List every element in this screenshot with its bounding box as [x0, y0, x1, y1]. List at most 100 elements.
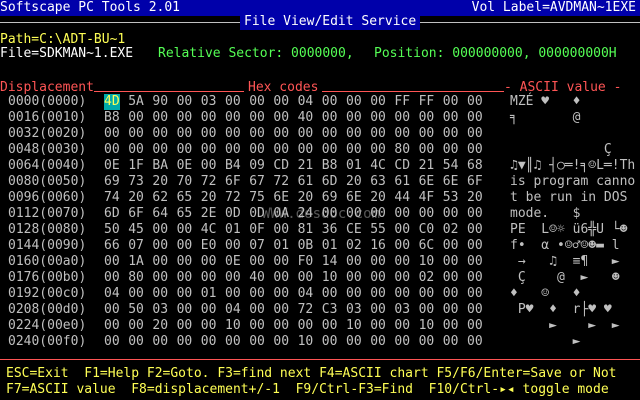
hex-byte[interactable]: 01	[225, 222, 241, 238]
hex-byte[interactable]: 00	[201, 302, 217, 318]
hex-byte[interactable]: 6F	[128, 206, 144, 222]
hex-byte[interactable]: 44	[394, 190, 410, 206]
hex-byte[interactable]: 75	[249, 190, 265, 206]
hex-byte[interactable]: 72	[201, 174, 217, 190]
hex-byte[interactable]: 00	[128, 126, 144, 142]
hex-byte[interactable]: 00	[346, 286, 362, 302]
hex-byte[interactable]: 20	[346, 174, 362, 190]
hex-byte[interactable]: 01	[322, 238, 338, 254]
hex-byte[interactable]: 72	[298, 302, 314, 318]
dump-row[interactable]: 0080(0050) 69 73 20 70 72 6F 67 72 61 6D 20 63 61 6E 6E…	[6, 174, 635, 190]
hex-byte[interactable]: 00	[249, 110, 265, 126]
hex-byte[interactable]: 00	[346, 110, 362, 126]
hex-byte[interactable]: 00	[322, 126, 338, 142]
hex-byte[interactable]: 00	[177, 254, 193, 270]
hex-byte[interactable]: 00	[225, 270, 241, 286]
hex-byte[interactable]: 02	[346, 238, 362, 254]
hex-byte[interactable]: 00	[177, 222, 193, 238]
hex-byte[interactable]: 50	[128, 302, 144, 318]
hex-byte[interactable]: 62	[152, 190, 168, 206]
hex-byte[interactable]: 21	[298, 158, 314, 174]
hex-byte[interactable]: 0F	[249, 222, 265, 238]
dump-row[interactable]: 0160(00a0) 00 1A 00 00 00 0E 00 00 F0 14 00 00 00 10 00…	[6, 254, 630, 270]
hex-byte[interactable]: 72	[273, 174, 289, 190]
hex-byte[interactable]: 00	[249, 334, 265, 350]
hex-byte[interactable]: 00	[249, 286, 265, 302]
hex-byte[interactable]: 00	[201, 270, 217, 286]
hex-byte[interactable]: 00	[298, 126, 314, 142]
ascii-value[interactable]: ►	[510, 334, 635, 350]
hex-byte[interactable]: 00	[152, 238, 168, 254]
dump-row[interactable]: 0048(0030) 00 00 00 00 00 00 00 00 00 00 00 00 80 00 00…	[6, 142, 630, 158]
hex-byte[interactable]: 10	[346, 318, 362, 334]
hex-byte[interactable]: CD	[394, 158, 410, 174]
hex-byte[interactable]: 00	[370, 334, 386, 350]
hex-byte[interactable]: 45	[128, 222, 144, 238]
hex-byte[interactable]: 00	[225, 142, 241, 158]
hex-byte[interactable]: E0	[201, 238, 217, 254]
hex-byte[interactable]: 01	[346, 158, 362, 174]
hex-byte[interactable]: 00	[177, 142, 193, 158]
hex-byte[interactable]: 01	[273, 238, 289, 254]
hex-byte[interactable]: 00	[394, 334, 410, 350]
hex-byte[interactable]: 1F	[128, 158, 144, 174]
hex-byte[interactable]: 00	[394, 222, 410, 238]
hex-byte[interactable]: 00	[443, 142, 459, 158]
hex-byte[interactable]: 00	[152, 142, 168, 158]
hex-byte[interactable]: 00	[443, 94, 459, 110]
hex-byte[interactable]: 55	[370, 222, 386, 238]
hex-byte[interactable]: 00	[322, 334, 338, 350]
dump-row[interactable]: 0096(0060) 74 20 62 65 20 72 75 6E 20 69 6E 20 44 4F 53…	[6, 190, 630, 206]
hex-byte[interactable]: F0	[298, 254, 314, 270]
hex-byte[interactable]: 20	[467, 190, 483, 206]
hex-byte[interactable]: C3	[322, 302, 338, 318]
hex-byte[interactable]: 20	[201, 190, 217, 206]
hex-byte[interactable]: 01	[201, 286, 217, 302]
hex-byte[interactable]: 00	[152, 254, 168, 270]
hex-byte[interactable]: 00	[346, 94, 362, 110]
hex-byte[interactable]: 40	[249, 270, 265, 286]
hex-byte[interactable]: 00	[322, 142, 338, 158]
ascii-value[interactable]: ♫▼║♫ ┤○═!╕☺L═!Th	[510, 158, 635, 174]
hex-byte[interactable]: 0D	[225, 206, 241, 222]
hex-byte[interactable]: 00	[201, 142, 217, 158]
hex-byte[interactable]: 00	[128, 110, 144, 126]
hex-byte[interactable]: 90	[152, 94, 168, 110]
hex-byte[interactable]: 72	[225, 190, 241, 206]
hex-byte[interactable]: 1A	[128, 254, 144, 270]
hex-byte[interactable]: 73	[128, 174, 144, 190]
dump-row[interactable]: 0224(00e0) 00 00 20 00 00 10 00 00 00 00 10 00 00 10 00…	[6, 318, 630, 334]
hex-byte[interactable]: 00	[249, 318, 265, 334]
hex-byte[interactable]: 00	[322, 318, 338, 334]
dump-row[interactable]: 0000(0000) 4D 5A 90 00 03 00 00 00 04 00 00 00 FF FF 00…	[6, 94, 630, 110]
hex-byte[interactable]: 00	[467, 238, 483, 254]
hex-byte[interactable]: 70	[177, 174, 193, 190]
hex-byte[interactable]: 07	[128, 238, 144, 254]
hex-byte[interactable]: 00	[225, 286, 241, 302]
hex-byte[interactable]: 00	[104, 270, 120, 286]
hex-byte[interactable]: 00	[443, 110, 459, 126]
hex-byte[interactable]: 00	[467, 318, 483, 334]
hex-byte[interactable]: 00	[104, 142, 120, 158]
hex-byte[interactable]: 0E	[225, 254, 241, 270]
hex-byte[interactable]: 21	[419, 158, 435, 174]
hex-byte[interactable]: 00	[346, 142, 362, 158]
hex-byte[interactable]: 00	[419, 142, 435, 158]
hex-byte[interactable]: 61	[394, 174, 410, 190]
hex-byte[interactable]: B4	[225, 158, 241, 174]
hex-byte[interactable]: 4C	[201, 222, 217, 238]
hex-byte[interactable]: 04	[298, 286, 314, 302]
hex-byte[interactable]: 6E	[443, 174, 459, 190]
dump-row[interactable]: 0208(00d0) 00 50 03 00 00 04 00 00 72 C3 03 00 03 00 00…	[6, 302, 630, 318]
hex-byte[interactable]: 00	[152, 126, 168, 142]
hex-byte[interactable]: 00	[201, 318, 217, 334]
hex-byte[interactable]: 00	[152, 110, 168, 126]
hex-byte[interactable]: 00	[152, 222, 168, 238]
hex-byte[interactable]: 10	[225, 318, 241, 334]
hex-byte[interactable]: 00	[443, 238, 459, 254]
hex-byte[interactable]: 61	[298, 174, 314, 190]
hex-byte[interactable]: 00	[394, 238, 410, 254]
hex-byte[interactable]: 00	[370, 318, 386, 334]
hex-byte[interactable]: 03	[394, 302, 410, 318]
hex-byte[interactable]: 00	[273, 318, 289, 334]
